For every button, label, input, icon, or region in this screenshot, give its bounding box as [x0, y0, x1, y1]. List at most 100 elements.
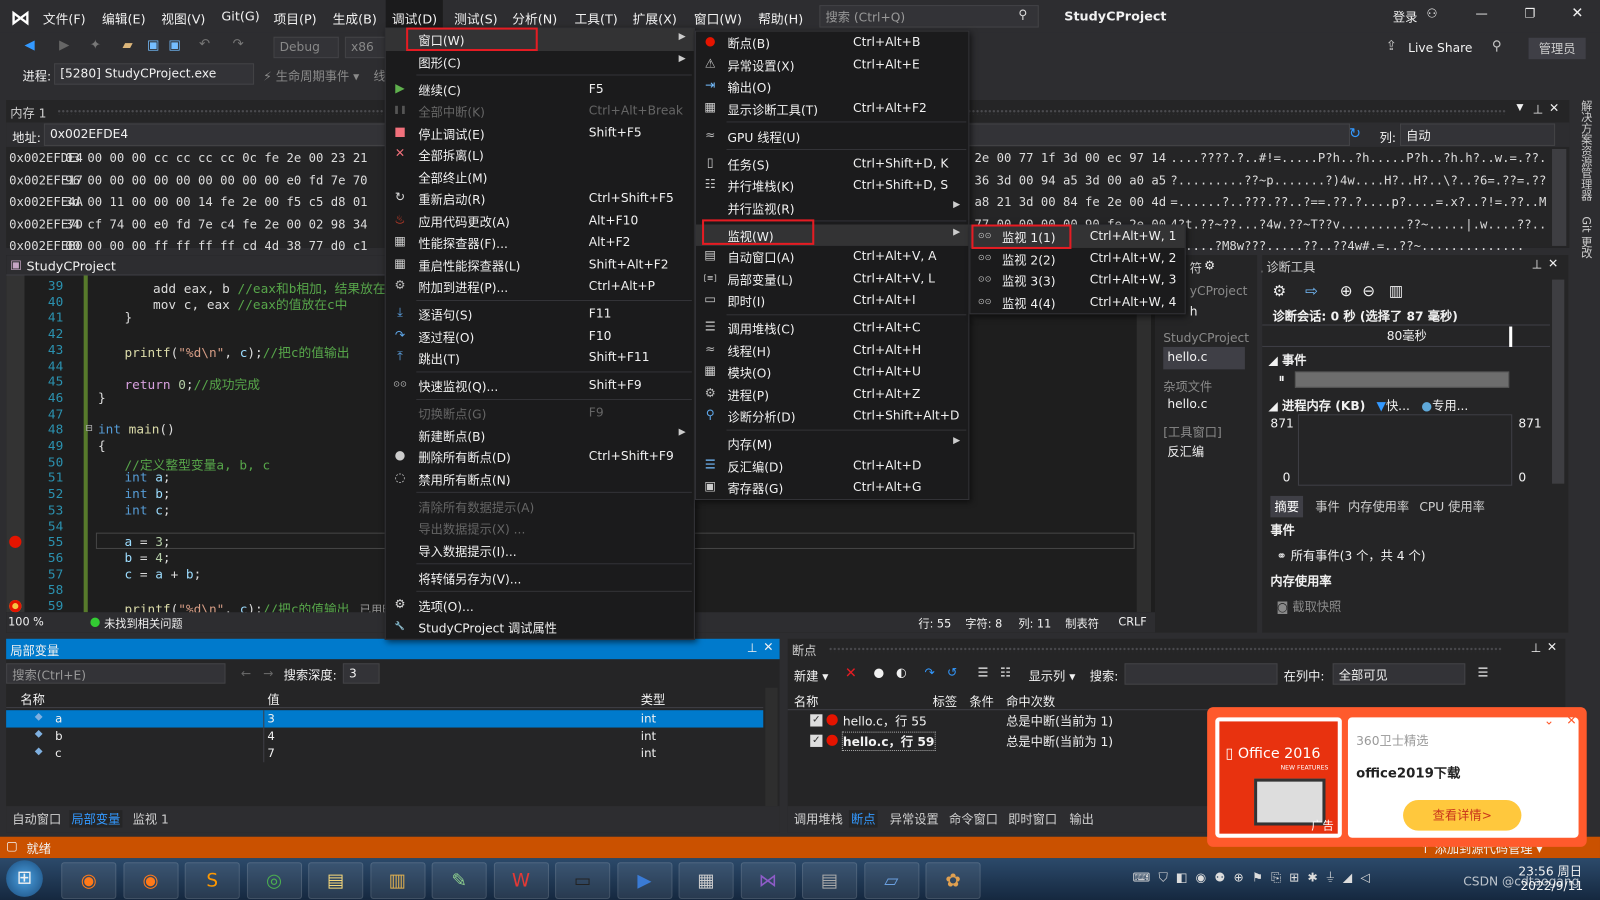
menu-item[interactable]: ≈ GPU 线程(U): [696, 125, 968, 147]
take-snapshot-button[interactable]: ◙ 截取快照: [1277, 598, 1342, 615]
search-depth-dropdown[interactable]: 3: [342, 663, 380, 684]
cmd-icon[interactable]: ▭: [555, 862, 611, 899]
menu-item[interactable]: 导入数据提示(I)...: [386, 539, 694, 561]
collapse-toggle-icon[interactable]: ⊟: [86, 422, 93, 435]
forward-icon[interactable]: ▶: [59, 38, 69, 53]
menu-item[interactable]: ● 断点(B) Ctrl+Alt+B: [696, 32, 968, 54]
media-player-icon[interactable]: ▶: [616, 862, 672, 899]
menu-5[interactable]: 生成(B): [333, 8, 377, 27]
reader-icon[interactable]: ▤: [802, 862, 858, 899]
export-icon[interactable]: ⇨: [1305, 282, 1318, 300]
menu-item[interactable]: ☰ 调用堆栈(C) Ctrl+Alt+C: [696, 317, 968, 339]
breakpoint-checkbox[interactable]: ✓: [810, 734, 823, 747]
editor-scrollbar[interactable]: [1136, 275, 1152, 613]
menu-item[interactable]: ▭ 即时(I) Ctrl+Alt+I: [696, 290, 968, 312]
menu-item[interactable]: ⚲ 诊断分析(D) Ctrl+Shift+Alt+D: [696, 405, 968, 427]
go-to-disassembly-icon[interactable]: ↺: [947, 665, 957, 679]
menu-item[interactable]: ⤒ 跳出(T) Shift+F11: [386, 347, 694, 369]
side-tab-git-changes[interactable]: Git 更改: [1578, 216, 1594, 258]
tree-disassembly[interactable]: 反汇编: [1167, 443, 1204, 460]
visual-studio-icon[interactable]: ⋈: [740, 862, 796, 899]
line-ending[interactable]: CRLF: [1118, 615, 1146, 628]
column-header[interactable]: 名称: [20, 691, 45, 708]
refresh-icon[interactable]: ↻: [1349, 126, 1361, 142]
tree-misc-file[interactable]: hello.c: [1167, 397, 1207, 411]
menu-item[interactable]: ⇥ 输出(O): [696, 76, 968, 98]
memory-scrollbar[interactable]: [1552, 148, 1567, 246]
menu-item[interactable]: ↷ 逐过程(O) F10: [386, 325, 694, 347]
close-pane-icon[interactable]: ✕: [1549, 101, 1559, 115]
paint-icon[interactable]: ✿: [925, 862, 981, 899]
go-to-source-icon[interactable]: ↷: [924, 665, 934, 679]
menu-4[interactable]: 项目(P): [273, 8, 316, 27]
tab-1[interactable]: 断点: [848, 810, 878, 828]
pause-icon[interactable]: ⏸: [1279, 371, 1285, 386]
tab-0[interactable]: 调用堆栈: [792, 810, 845, 827]
memory-graph[interactable]: [1297, 414, 1513, 486]
locals-value[interactable]: 3: [267, 711, 274, 725]
menu-item[interactable]: ⚙ 附加到进程(P)... Ctrl+Alt+P: [386, 276, 694, 298]
menu-item[interactable]: [≡] 局部变量(L) Ctrl+Alt+V, L: [696, 268, 968, 290]
close-pane-icon[interactable]: ✕: [763, 640, 773, 654]
bp-search-input[interactable]: [1124, 663, 1278, 685]
back-icon[interactable]: ◀: [24, 38, 34, 53]
new-project-icon[interactable]: ✦: [90, 38, 101, 53]
locals-value[interactable]: 7: [267, 746, 274, 760]
delete-icon[interactable]: ✕: [845, 665, 857, 681]
menu-item[interactable]: ♨ 应用代码更改(A) Alt+F10: [386, 210, 694, 232]
column-header[interactable]: 类型: [641, 691, 666, 708]
locals-scrollbar[interactable]: [765, 687, 778, 807]
zoom-out-icon[interactable]: ⊖: [1362, 282, 1375, 300]
menu-item[interactable]: ⚙ 进程(P) Ctrl+Alt+Z: [696, 383, 968, 405]
pin-icon[interactable]: ⊥: [1531, 641, 1542, 655]
login-link[interactable]: 登录: [1393, 8, 1418, 25]
show-columns-button[interactable]: 显示列 ▾: [1029, 667, 1076, 684]
locals-value[interactable]: 4: [267, 729, 274, 743]
tab-0[interactable]: 自动窗口: [10, 810, 63, 827]
collapse-icon[interactable]: ⌄: [1544, 713, 1554, 727]
feedback-icon[interactable]: ⚲: [1492, 39, 1502, 54]
menu-item[interactable]: ⚙ 选项(O)...: [386, 594, 694, 616]
toggle-all-icon[interactable]: ◐: [896, 665, 907, 679]
side-tab-solution-explorer[interactable]: 解决方案资源管理器: [1578, 100, 1594, 201]
project-scope-dropdown[interactable]: StudyCProject: [27, 258, 116, 273]
menu-10[interactable]: 扩展(X): [633, 8, 677, 27]
menu-item[interactable]: ⊙⊙ 监视 2(2) Ctrl+Alt+W, 2: [970, 247, 1184, 269]
column-header[interactable]: 命中次数: [1006, 693, 1055, 710]
back-icon[interactable]: ←: [241, 666, 251, 680]
menu-item[interactable]: ↻ 重新启动(R) Ctrl+Shift+F5: [386, 188, 694, 210]
menu-item[interactable]: ⊙⊙ 监视 4(4) Ctrl+Alt+W, 4: [970, 291, 1184, 313]
tab-5[interactable]: 输出: [1067, 810, 1096, 827]
delete-all-icon[interactable]: ●: [873, 665, 884, 679]
window-icon[interactable]: ▱: [863, 862, 919, 899]
pin-icon[interactable]: ⊥: [1532, 257, 1543, 271]
menu-item[interactable]: ✕ 全部拆离(L): [386, 144, 694, 166]
menu-item[interactable]: 将转储另存为(V)...: [386, 567, 694, 589]
all-events-link[interactable]: ⚭ 所有事件(3 个，共 4 个): [1277, 547, 1426, 564]
menu-item[interactable]: 内存(M) ▶: [696, 433, 968, 455]
tab-4[interactable]: 即时窗口: [1006, 810, 1059, 827]
menu-item[interactable]: ▶ 继续(C) F5: [386, 78, 694, 100]
breakpoint-name[interactable]: hello.c，行 55: [843, 712, 927, 729]
close-pane-icon[interactable]: ✕: [1548, 256, 1558, 270]
menu-item[interactable]: ▯ 任务(S) Ctrl+Shift+D, K: [696, 153, 968, 175]
configuration-dropdown[interactable]: Debug: [273, 36, 339, 59]
firefox-icon[interactable]: ◉: [61, 862, 117, 899]
locals-row[interactable]: ◆ a 3 int: [6, 710, 764, 728]
chrome-icon[interactable]: ◎: [246, 862, 302, 899]
diagnostics-tab[interactable]: 内存使用率: [1344, 496, 1413, 517]
breakpoint-name[interactable]: hello.c，行 59: [841, 731, 936, 752]
diagnostics-tab[interactable]: 事件: [1311, 496, 1344, 517]
menu-3[interactable]: Git(G): [221, 8, 259, 23]
indent-mode[interactable]: 制表符: [1065, 615, 1099, 631]
ad-image[interactable]: ▯ Office 2016 NEW FEATURES 广告: [1215, 717, 1342, 838]
clear-filter-icon[interactable]: ☰: [1478, 665, 1489, 679]
tab-2[interactable]: 异常设置: [888, 810, 941, 827]
menu-12[interactable]: 帮助(H): [758, 8, 803, 27]
tab-1[interactable]: 局部变量: [69, 810, 123, 828]
menu-item[interactable]: 图形(C) ▶: [386, 51, 694, 73]
process-dropdown[interactable]: [5280] StudyCProject.exe: [54, 63, 255, 85]
column-header[interactable]: 值: [267, 691, 279, 708]
menu-item[interactable]: ☷ 并行堆栈(K) Ctrl+Shift+D, S: [696, 174, 968, 196]
locals-row[interactable]: ◆ b 4 int: [6, 727, 763, 745]
